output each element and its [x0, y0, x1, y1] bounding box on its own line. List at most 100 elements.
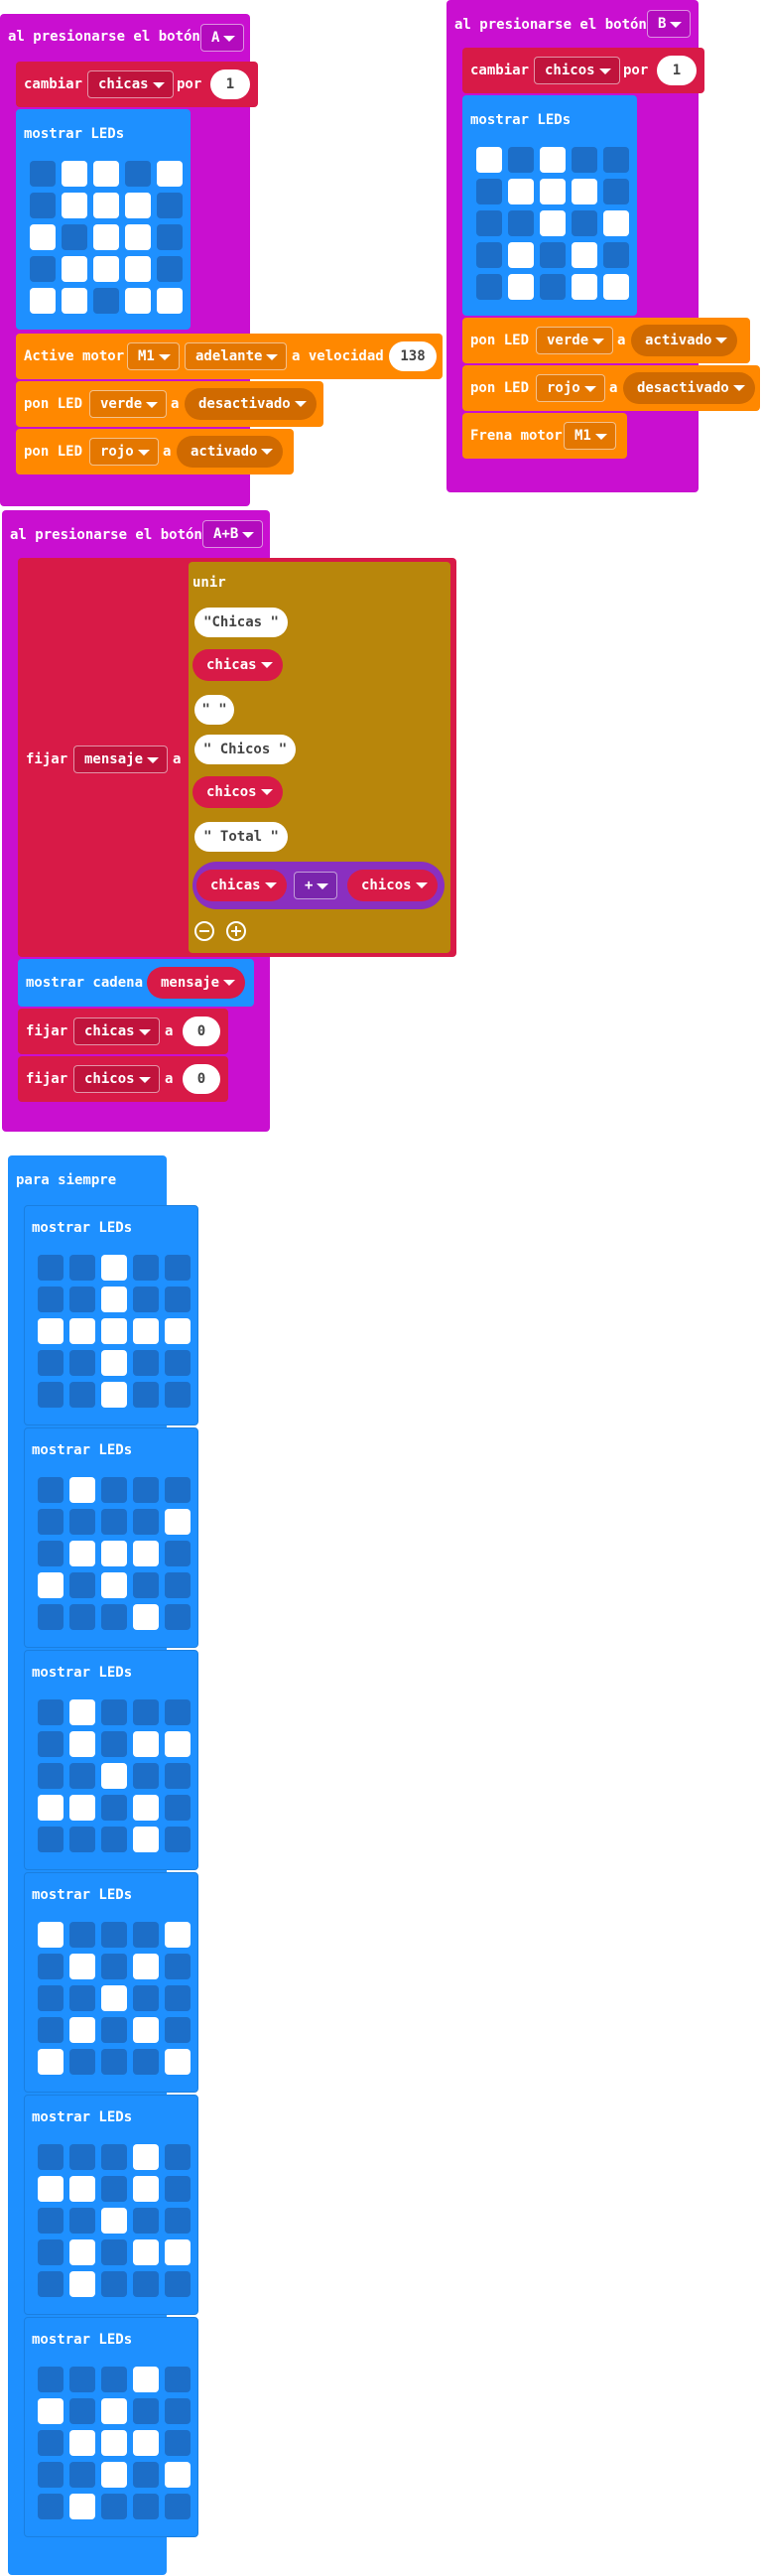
led-off[interactable] — [38, 1541, 64, 1566]
led-off[interactable] — [38, 1763, 64, 1789]
led-on[interactable] — [38, 1922, 64, 1948]
led-on[interactable] — [69, 1954, 95, 1979]
led-on[interactable] — [165, 1922, 191, 1948]
led-on[interactable] — [38, 1795, 64, 1821]
led-on[interactable] — [101, 1350, 127, 1376]
led-on[interactable] — [508, 274, 534, 300]
string-field[interactable]: " Chicos " — [194, 735, 296, 764]
led-on[interactable] — [69, 1731, 95, 1757]
led-off[interactable] — [38, 1604, 64, 1630]
led-off[interactable] — [38, 1985, 64, 2011]
led-on[interactable] — [540, 210, 566, 236]
led-off[interactable] — [476, 179, 502, 204]
led-off[interactable] — [133, 1985, 159, 2011]
led-off[interactable] — [69, 1509, 95, 1535]
led-off[interactable] — [476, 210, 502, 236]
led-on[interactable] — [101, 1985, 127, 2011]
led-on[interactable] — [133, 2017, 159, 2043]
led-off[interactable] — [101, 1922, 127, 1948]
led-on[interactable] — [572, 274, 597, 300]
led-on[interactable] — [133, 1954, 159, 1979]
led-off[interactable] — [540, 242, 566, 268]
led-off[interactable] — [133, 2271, 159, 2297]
led-grid-frame-4[interactable] — [38, 1922, 191, 2075]
led-off[interactable] — [540, 274, 566, 300]
led-on[interactable] — [30, 288, 56, 314]
chicos-dropdown[interactable]: chicos — [534, 57, 620, 84]
state-off-dropdown[interactable]: desactivado — [185, 388, 317, 420]
state-on-dropdown[interactable]: activado — [177, 436, 284, 468]
led-off[interactable] — [133, 1509, 159, 1535]
led-off[interactable] — [38, 2144, 64, 2170]
chicos-variable[interactable]: chicos — [347, 870, 438, 901]
led-off[interactable] — [69, 2144, 95, 2170]
led-on[interactable] — [540, 179, 566, 204]
led-off[interactable] — [38, 1731, 64, 1757]
led-grid-a[interactable] — [30, 161, 183, 314]
led-off[interactable] — [69, 1922, 95, 1948]
led-on[interactable] — [69, 2239, 95, 2265]
led-off[interactable] — [38, 2239, 64, 2265]
led-off[interactable] — [133, 2208, 159, 2234]
led-on[interactable] — [157, 288, 183, 314]
led-off[interactable] — [133, 1382, 159, 1408]
led-on[interactable] — [38, 2049, 64, 2075]
led-grid-frame-1[interactable] — [38, 1255, 191, 1408]
led-off[interactable] — [133, 1572, 159, 1598]
led-off[interactable] — [101, 1731, 127, 1757]
led-on[interactable] — [133, 2144, 159, 2170]
led-on[interactable] — [603, 274, 629, 300]
led-off[interactable] — [133, 2494, 159, 2519]
led-red-dropdown[interactable]: rojo — [89, 438, 159, 466]
led-off[interactable] — [165, 1255, 191, 1281]
led-off[interactable] — [38, 2271, 64, 2297]
operator-dropdown[interactable]: + — [294, 872, 338, 899]
led-off[interactable] — [572, 210, 597, 236]
led-on[interactable] — [101, 2208, 127, 2234]
led-off[interactable] — [165, 1954, 191, 1979]
led-off[interactable] — [38, 1350, 64, 1376]
led-green-dropdown[interactable]: verde — [536, 327, 614, 354]
led-on[interactable] — [133, 1541, 159, 1566]
led-on[interactable] — [38, 1572, 64, 1598]
led-off[interactable] — [38, 2208, 64, 2234]
led-on[interactable] — [101, 1763, 127, 1789]
button-a-dropdown[interactable]: A — [200, 24, 245, 52]
string-field[interactable]: "Chicas " — [194, 608, 288, 637]
led-off[interactable] — [165, 2144, 191, 2170]
led-off[interactable] — [133, 1255, 159, 1281]
led-off[interactable] — [69, 1350, 95, 1376]
led-off[interactable] — [133, 2462, 159, 2488]
value-field[interactable]: 0 — [183, 1017, 220, 1046]
motor-id-dropdown[interactable]: M1 — [564, 422, 616, 450]
led-on[interactable] — [38, 2176, 64, 2202]
led-off[interactable] — [165, 1699, 191, 1725]
led-off[interactable] — [133, 2049, 159, 2075]
led-on[interactable] — [540, 147, 566, 173]
led-on[interactable] — [101, 1572, 127, 1598]
led-on[interactable] — [572, 242, 597, 268]
led-on[interactable] — [101, 1287, 127, 1312]
led-off[interactable] — [38, 1827, 64, 1852]
led-on[interactable] — [62, 161, 87, 187]
led-on[interactable] — [69, 2494, 95, 2519]
led-grid-frame-6[interactable] — [38, 2367, 191, 2519]
add-input-icon[interactable] — [226, 921, 246, 941]
led-on[interactable] — [133, 2239, 159, 2265]
led-off[interactable] — [133, 2398, 159, 2424]
led-off[interactable] — [165, 1763, 191, 1789]
led-off[interactable] — [38, 1287, 64, 1312]
led-off[interactable] — [165, 2017, 191, 2043]
led-off[interactable] — [69, 2367, 95, 2392]
led-off[interactable] — [133, 1922, 159, 1948]
led-on[interactable] — [133, 2176, 159, 2202]
button-b-dropdown[interactable]: B — [647, 10, 692, 38]
led-on[interactable] — [125, 288, 151, 314]
led-off[interactable] — [38, 1954, 64, 1979]
led-on[interactable] — [101, 1318, 127, 1344]
led-on[interactable] — [508, 179, 534, 204]
led-off[interactable] — [69, 1604, 95, 1630]
led-off[interactable] — [603, 179, 629, 204]
led-off[interactable] — [165, 1572, 191, 1598]
led-off[interactable] — [603, 242, 629, 268]
